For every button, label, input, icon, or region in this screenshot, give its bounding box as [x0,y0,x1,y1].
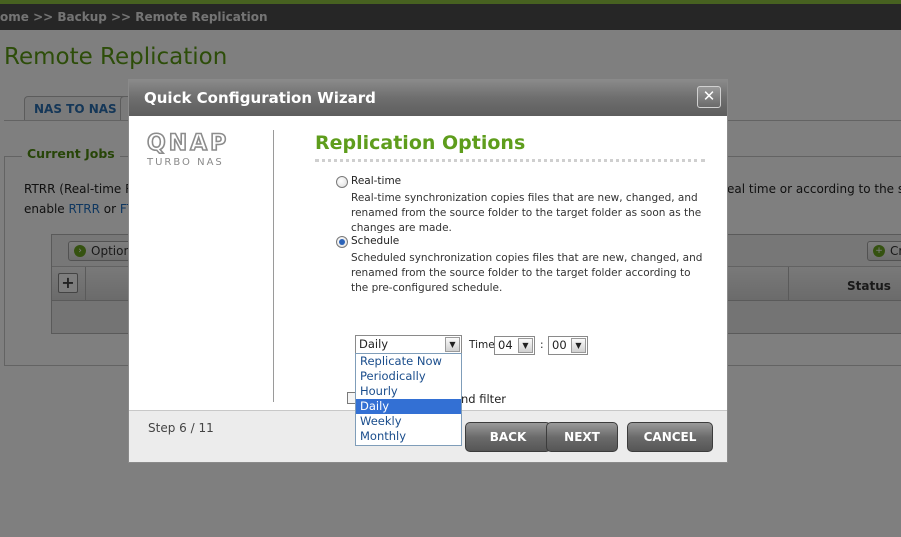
vertical-divider [273,130,274,402]
realtime-description: Real-time synchronization copies files t… [351,192,702,234]
frequency-dropdown-list: Replicate Now Periodically Hourly Daily … [355,353,462,446]
schedule-description: Scheduled synchronization copies files t… [351,252,703,294]
logo-wordmark: QNAP [146,131,230,157]
hour-select[interactable]: 04 ▼ [494,336,535,355]
dropdown-option-selected[interactable]: Daily [356,399,461,414]
frequency-select[interactable]: Daily ▼ [355,335,462,354]
dropdown-option[interactable]: Replicate Now [356,354,461,369]
next-button[interactable]: NEXT [546,422,618,452]
dialog-header: Quick Configuration Wizard ✕ [129,80,727,116]
close-icon[interactable]: ✕ [697,86,721,108]
schedule-radio[interactable] [336,236,348,248]
realtime-radio[interactable] [336,176,348,188]
minute-select[interactable]: 00 ▼ [548,336,588,355]
chevron-down-icon: ▼ [518,338,533,353]
chevron-down-icon: ▼ [571,338,586,353]
dotted-divider [315,159,705,162]
section-title: Replication Options [315,132,526,154]
realtime-label[interactable]: Real-time [351,175,401,187]
logo-subtitle: TURBO NAS [147,157,224,168]
hour-selected-value: 04 [498,338,513,352]
dropdown-option[interactable]: Hourly [356,384,461,399]
dropdown-option[interactable]: Periodically [356,369,461,384]
qnap-logo: QNAP TURBO NAS [146,131,247,168]
schedule-label[interactable]: Schedule [351,235,399,247]
dropdown-option[interactable]: Weekly [356,414,461,429]
step-indicator: Step 6 / 11 [148,421,214,435]
dropdown-option[interactable]: Monthly [356,429,461,444]
cancel-button[interactable]: CANCEL [627,422,713,452]
chevron-down-icon: ▼ [445,337,460,352]
time-separator: : [540,339,544,351]
quick-config-wizard-dialog: Quick Configuration Wizard ✕ QNAP TURBO … [128,79,728,463]
dialog-body: QNAP TURBO NAS Replication Options Real-… [129,116,727,446]
dialog-title: Quick Configuration Wizard [144,89,376,107]
minute-selected-value: 00 [552,338,567,352]
time-label: Time [469,339,495,351]
back-button[interactable]: BACK [465,422,551,452]
filter-label[interactable]: nd filter [461,392,506,406]
frequency-selected-value: Daily [359,337,389,351]
